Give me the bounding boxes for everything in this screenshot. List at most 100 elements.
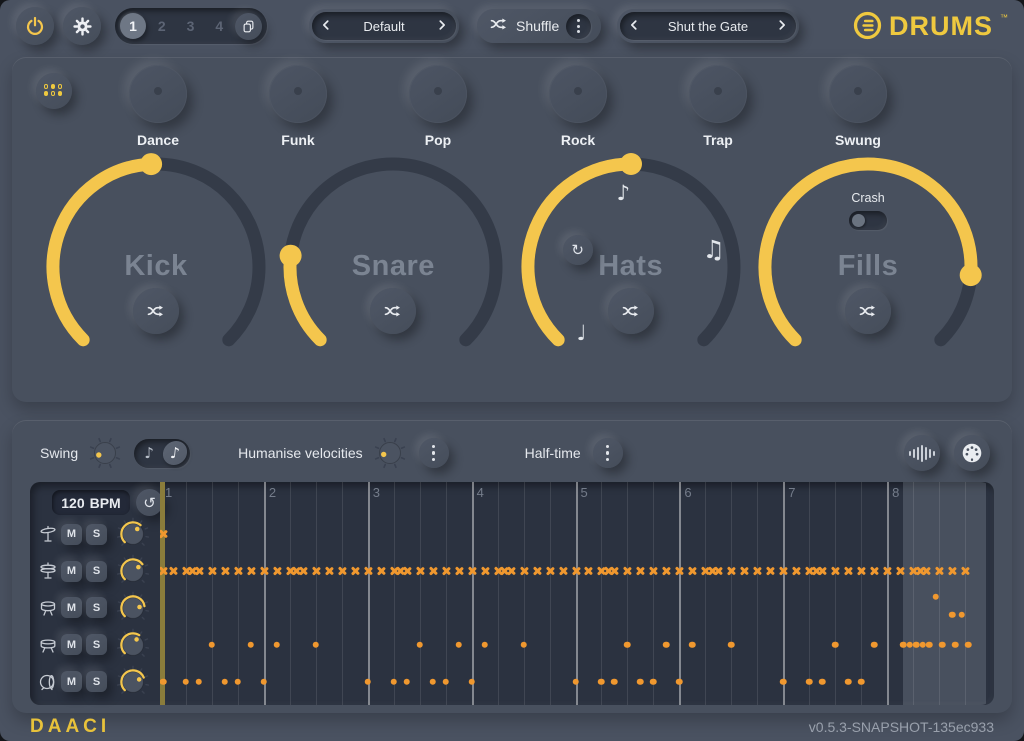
hihat-note[interactable] — [934, 566, 944, 576]
snare-note[interactable] — [455, 642, 462, 649]
tom-note[interactable] — [933, 594, 940, 601]
global-shuffle-control[interactable]: Shuffle — [477, 9, 601, 43]
style-knob-rock[interactable] — [549, 65, 607, 123]
humanise-menu-button[interactable] — [419, 438, 449, 468]
hihat-note[interactable] — [583, 566, 593, 576]
hihat-note[interactable] — [791, 566, 801, 576]
hihat-note[interactable] — [350, 566, 360, 576]
hihat-note[interactable] — [168, 566, 178, 576]
crash-note[interactable] — [160, 529, 168, 539]
kick-note[interactable] — [365, 678, 372, 685]
hihat-solo-button[interactable]: S — [86, 561, 107, 582]
kick-note[interactable] — [442, 678, 449, 685]
hihat-note[interactable] — [337, 566, 347, 576]
hihat-note[interactable] — [960, 566, 970, 576]
snare-note[interactable] — [952, 642, 959, 649]
kick-note[interactable] — [261, 678, 268, 685]
hihat-note[interactable] — [558, 566, 568, 576]
snare-note[interactable] — [313, 642, 320, 649]
kick-lane[interactable] — [160, 663, 991, 700]
midi-button[interactable] — [954, 435, 990, 471]
style-knob-trap[interactable] — [689, 65, 747, 123]
kick-note[interactable] — [611, 678, 618, 685]
hihat-note[interactable] — [363, 566, 373, 576]
style-grid-button[interactable] — [36, 73, 72, 109]
hihat-note[interactable] — [428, 566, 438, 576]
style-knob-dance[interactable] — [129, 65, 187, 123]
hihat-note[interactable] — [687, 566, 697, 576]
kick-note[interactable] — [468, 678, 475, 685]
halftime-menu-button[interactable] — [593, 438, 623, 468]
gate-prev-button[interactable] — [628, 19, 640, 34]
bpm-display[interactable]: 120 BPM — [52, 490, 130, 515]
hihat-note[interactable] — [259, 566, 269, 576]
snare-note[interactable] — [939, 642, 946, 649]
crash-mute-button[interactable]: M — [61, 524, 82, 545]
style-knob-pop[interactable] — [409, 65, 467, 123]
swing-note-toggle[interactable]: ♪ ♪ — [134, 439, 190, 468]
hihat-note[interactable] — [739, 566, 749, 576]
hihat-note[interactable] — [752, 566, 762, 576]
hihat-note[interactable] — [194, 566, 204, 576]
preset-next-button[interactable] — [436, 19, 448, 34]
snare-solo-button[interactable]: S — [86, 634, 107, 655]
hihat-note[interactable] — [674, 566, 684, 576]
snare-note[interactable] — [274, 642, 281, 649]
tom-note[interactable] — [959, 612, 966, 619]
audio-view-button[interactable] — [904, 435, 940, 471]
hihat-note[interactable] — [661, 566, 671, 576]
snare-note[interactable] — [209, 642, 216, 649]
hats-regenerate-button[interactable]: ↻ — [563, 235, 593, 265]
hihat-note[interactable] — [648, 566, 658, 576]
hihat-note[interactable] — [765, 566, 775, 576]
snare-volume-knob[interactable] — [116, 628, 150, 662]
hihat-note[interactable] — [441, 566, 451, 576]
hihat-note[interactable] — [830, 566, 840, 576]
snare-note[interactable] — [624, 642, 631, 649]
hats-shuffle-button[interactable] — [608, 288, 654, 334]
pattern-tab-3[interactable]: 3 — [178, 13, 204, 39]
hihat-note[interactable] — [207, 566, 217, 576]
kick-note[interactable] — [637, 678, 644, 685]
kick-note[interactable] — [858, 678, 865, 685]
crash-solo-button[interactable]: S — [86, 524, 107, 545]
kick-note[interactable] — [222, 678, 229, 685]
hihat-note[interactable] — [921, 566, 931, 576]
kick-note[interactable] — [183, 678, 190, 685]
hihat-note[interactable] — [622, 566, 632, 576]
crash-volume-knob[interactable] — [116, 517, 150, 551]
hihat-note[interactable] — [713, 566, 723, 576]
hihat-volume-knob[interactable] — [116, 554, 150, 588]
gate-next-button[interactable] — [776, 19, 788, 34]
hihat-note[interactable] — [415, 566, 425, 576]
kick-shuffle-button[interactable] — [133, 288, 179, 334]
copy-pattern-button[interactable] — [235, 13, 262, 40]
kick-solo-button[interactable]: S — [86, 671, 107, 692]
hihat-mute-button[interactable]: M — [61, 561, 82, 582]
kick-note[interactable] — [160, 678, 166, 685]
hihat-note[interactable] — [519, 566, 529, 576]
hihat-note[interactable] — [246, 566, 256, 576]
reset-tempo-button[interactable]: ↺ — [136, 489, 163, 516]
swung-note-icon[interactable]: ♪ — [162, 441, 189, 465]
straight-note-icon[interactable]: ♪ — [137, 444, 161, 462]
snare-note[interactable] — [965, 642, 972, 649]
kick-note[interactable] — [196, 678, 203, 685]
hihat-note[interactable] — [947, 566, 957, 576]
hihat-lane[interactable] — [160, 553, 991, 590]
snare-note[interactable] — [481, 642, 488, 649]
snare-note[interactable] — [728, 642, 735, 649]
hihat-note[interactable] — [726, 566, 736, 576]
hihat-note[interactable] — [895, 566, 905, 576]
hihat-note[interactable] — [233, 566, 243, 576]
hihat-note[interactable] — [220, 566, 230, 576]
crash-lane[interactable] — [160, 516, 991, 553]
snare-note[interactable] — [416, 642, 423, 649]
hihat-note[interactable] — [869, 566, 879, 576]
hihat-note[interactable] — [635, 566, 645, 576]
shuffle-menu-button[interactable] — [566, 14, 591, 39]
kick-note[interactable] — [390, 678, 397, 685]
snare-note[interactable] — [871, 642, 878, 649]
preset-prev-button[interactable] — [320, 19, 332, 34]
hihat-note[interactable] — [882, 566, 892, 576]
